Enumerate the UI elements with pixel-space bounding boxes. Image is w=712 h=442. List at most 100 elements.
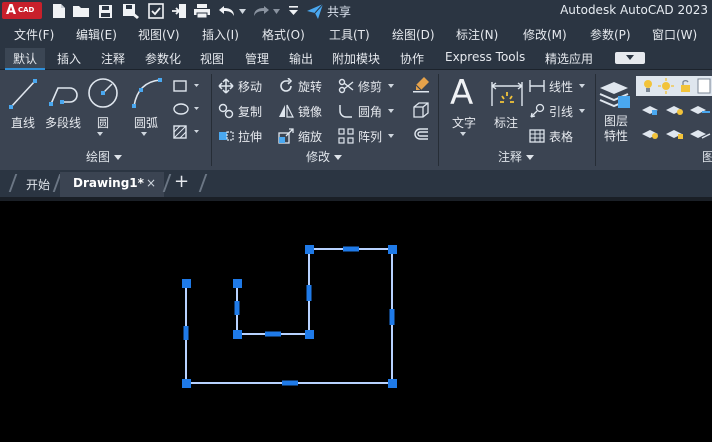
midpoint-grip[interactable] [265,331,281,337]
linear-dropdown-icon[interactable] [579,84,586,88]
trim-button[interactable]: 修剪 [338,76,395,96]
line-icon[interactable] [8,78,38,110]
text-dropdown-icon[interactable] [460,132,466,136]
mirror-button[interactable]: 镜像 [278,101,322,121]
menu-window[interactable]: 窗口(W) [652,26,697,43]
move-button[interactable]: 移动 [218,76,262,96]
layer-tools-row-2-icon[interactable] [640,126,712,142]
array-dropdown-icon[interactable] [388,134,395,138]
polyline-label[interactable]: 多段线 [45,114,81,131]
tab-addins[interactable]: 附加模块 [332,50,380,67]
vertex-grip[interactable] [233,330,242,339]
tab-manage[interactable]: 管理 [245,50,269,67]
tab-express-tools[interactable]: Express Tools [445,50,525,64]
vertex-grip[interactable] [305,245,314,254]
arc-label[interactable]: 圆弧 [134,114,158,131]
menu-parametric[interactable]: 参数(P) [590,26,631,43]
tab-default[interactable]: 默认 [5,48,46,70]
table-button[interactable]: 表格 [529,126,573,146]
menu-format[interactable]: 格式(O) [262,26,305,43]
customize-toolbar-icon[interactable] [288,2,298,20]
layers-panel-title[interactable]: 图 [702,148,712,168]
layer-properties-label[interactable]: 图层 特性 [604,114,628,144]
autocad-logo[interactable]: A CAD [2,2,42,19]
new-file-icon[interactable] [50,2,68,20]
tab-insert[interactable]: 插入 [57,50,81,67]
tab-start[interactable]: 开始 [26,176,50,193]
erase-icon[interactable] [412,76,430,94]
leader-button[interactable]: 引线 [529,101,586,121]
save-as-icon[interactable] [121,2,141,20]
layer-properties-icon[interactable] [598,78,632,112]
midpoint-grip[interactable] [282,380,298,386]
menu-insert[interactable]: 插入(I) [202,26,239,43]
midpoint-grip[interactable] [234,301,240,315]
modify-panel-title[interactable]: 修改 [306,148,343,168]
save-icon[interactable] [96,2,114,20]
text-label[interactable]: 文字 [452,114,476,131]
vertex-grip[interactable] [388,379,397,388]
text-icon[interactable]: A [450,74,478,112]
arc-icon[interactable] [130,76,164,110]
vertex-grip[interactable] [388,245,397,254]
midpoint-grip[interactable] [183,326,189,340]
stretch-button[interactable]: 拉伸 [218,126,262,146]
tab-annotate[interactable]: 注释 [101,50,125,67]
vertex-grip[interactable] [182,279,191,288]
circle-icon[interactable] [86,76,120,110]
close-tab-icon[interactable]: × [146,176,156,190]
tab-view[interactable]: 视图 [200,50,224,67]
circle-dropdown-icon[interactable] [97,132,103,136]
hatch-icon[interactable] [172,101,202,117]
import-icon[interactable] [170,2,188,20]
undo-dropdown-icon[interactable] [238,2,246,20]
array-button[interactable]: 阵列 [338,126,395,146]
new-tab-icon[interactable]: + [174,171,189,192]
tab-featured-apps[interactable]: 精选应用 [545,50,593,67]
annotation-panel-title[interactable]: 注释 [498,148,535,168]
menu-tools[interactable]: 工具(T) [329,26,370,43]
ribbon-minimize-toggle[interactable] [615,52,645,64]
explode-icon[interactable] [412,101,430,119]
redo-icon[interactable] [251,2,271,20]
cloud-save-icon[interactable] [147,2,165,20]
layer-tools-row-1-icon[interactable] [640,102,712,118]
draw-panel-expand-icon[interactable] [114,155,123,160]
share-icon[interactable] [306,2,324,20]
dimension-icon[interactable] [490,78,524,110]
selected-polyline[interactable] [0,201,712,442]
polyline-icon[interactable] [48,78,82,110]
draw-panel-title[interactable]: 绘图 [86,148,123,168]
vertex-grip[interactable] [182,379,191,388]
fillet-button[interactable]: 圆角 [338,101,395,121]
dimension-label[interactable]: 标注 [494,114,518,131]
tab-collaborate[interactable]: 协作 [400,50,424,67]
line-label[interactable]: 直线 [11,114,35,131]
tab-parametric[interactable]: 参数化 [145,50,181,67]
annotation-panel-expand-icon[interactable] [526,155,535,160]
offset-icon[interactable] [412,126,430,144]
share-label[interactable]: 共享 [327,3,351,20]
circle-label[interactable]: 圆 [97,114,109,131]
fillet-dropdown-icon[interactable] [388,109,395,113]
midpoint-grip[interactable] [343,246,359,252]
linear-button[interactable]: 线性 [529,76,586,96]
menu-draw[interactable]: 绘图(D) [392,26,435,43]
menu-modify[interactable]: 修改(M) [523,26,567,43]
undo-icon[interactable] [217,2,237,20]
menu-file[interactable]: 文件(F) [14,26,54,43]
modify-panel-expand-icon[interactable] [334,155,343,160]
redo-dropdown-icon[interactable] [272,2,280,20]
tab-output[interactable]: 输出 [289,50,313,67]
menu-view[interactable]: 视图(V) [138,26,180,43]
vertex-grip[interactable] [305,330,314,339]
vertex-grip[interactable] [233,279,242,288]
scale-button[interactable]: 缩放 [278,126,322,146]
drawing-canvas[interactable] [0,201,712,442]
polyline-path[interactable] [185,248,393,384]
tab-drawing1[interactable]: Drawing1* × [60,172,164,197]
trim-dropdown-icon[interactable] [388,84,395,88]
gradient-icon[interactable] [172,124,202,140]
arc-dropdown-icon[interactable] [141,132,147,136]
print-icon[interactable] [192,2,212,20]
